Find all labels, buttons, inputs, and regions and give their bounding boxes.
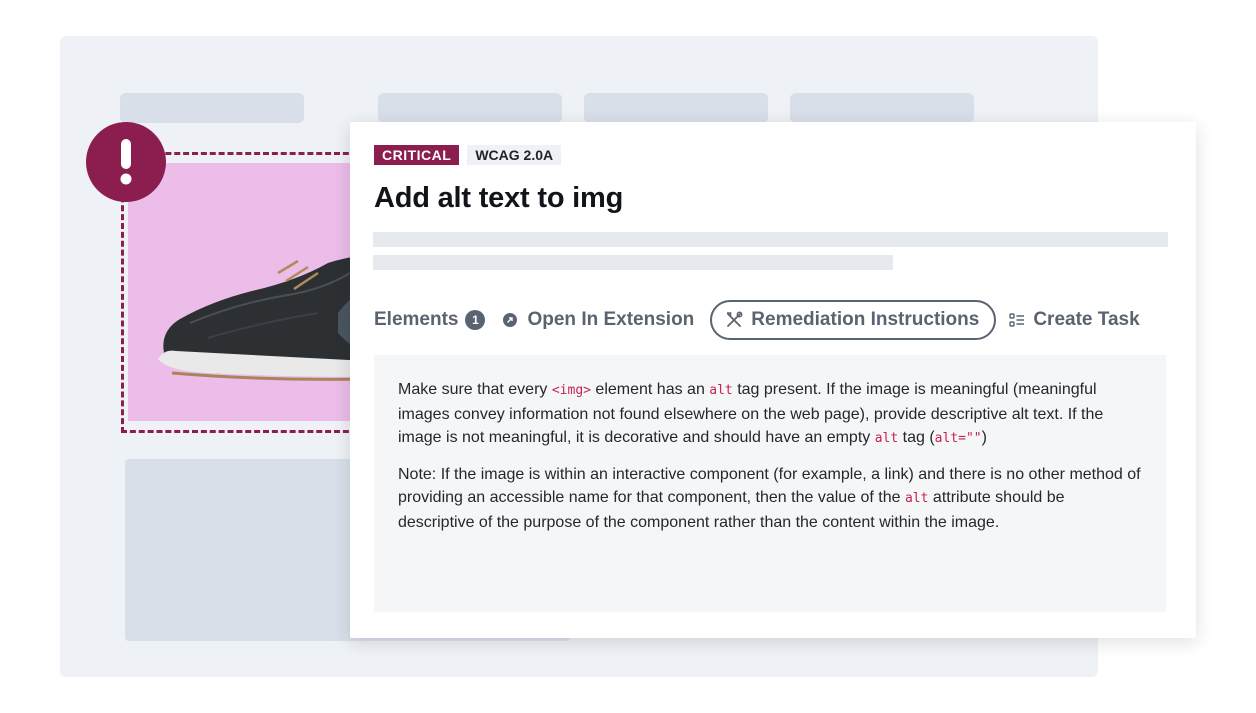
code-snippet: <img>	[551, 383, 591, 398]
exclamation-glyph	[120, 139, 132, 185]
nav-placeholder-4	[790, 93, 974, 123]
instruction-paragraph-2: Note: If the image is within an interact…	[398, 463, 1142, 535]
severity-badge: CRITICAL	[374, 145, 460, 165]
description-placeholder-line-2	[373, 255, 893, 270]
create-task-label: Create Task	[1033, 309, 1140, 330]
code-snippet: alt	[874, 431, 899, 446]
elements-tab[interactable]: Elements 1	[374, 309, 486, 331]
instruction-text: )	[981, 429, 987, 446]
exclamation-icon	[86, 122, 166, 202]
remediation-instructions-label: Remediation Instructions	[751, 309, 980, 330]
open-in-extension-label: Open In Extension	[527, 309, 695, 330]
elements-count-badge: 1	[465, 310, 486, 330]
instruction-text: Make sure that every	[398, 381, 552, 398]
wcag-badge: WCAG 2.0A	[467, 145, 562, 165]
remediation-instructions-panel: Make sure that every <img> element has a…	[374, 355, 1166, 612]
nav-placeholder-3	[584, 93, 768, 123]
elements-label: Elements	[374, 309, 459, 330]
open-in-extension-button[interactable]: Open In Extension	[503, 309, 694, 331]
arrow-circle-icon	[503, 313, 518, 327]
remediation-instructions-tab[interactable]: Remediation Instructions	[710, 300, 997, 340]
code-snippet: alt=""	[934, 431, 982, 446]
issue-card: CRITICAL WCAG 2.0A Add alt text to img E…	[350, 122, 1196, 638]
create-task-button[interactable]: Create Task	[1009, 309, 1140, 331]
nav-placeholder-1	[120, 93, 304, 123]
nav-placeholder-2	[378, 93, 562, 123]
issue-title: Add alt text to img	[374, 182, 624, 214]
instruction-text: element has an	[590, 381, 710, 398]
issue-tags: CRITICAL WCAG 2.0A	[374, 145, 562, 165]
tools-icon	[727, 311, 743, 327]
instruction-text: tag (	[898, 429, 935, 446]
description-placeholder-line-1	[373, 232, 1168, 247]
code-snippet: alt	[904, 491, 929, 506]
code-snippet: alt	[709, 383, 733, 398]
checklist-icon	[1009, 313, 1025, 327]
instruction-paragraph-1: Make sure that every <img> element has a…	[398, 378, 1142, 451]
issue-actions: Elements 1 Open In Extension Remediation…	[374, 300, 1184, 340]
